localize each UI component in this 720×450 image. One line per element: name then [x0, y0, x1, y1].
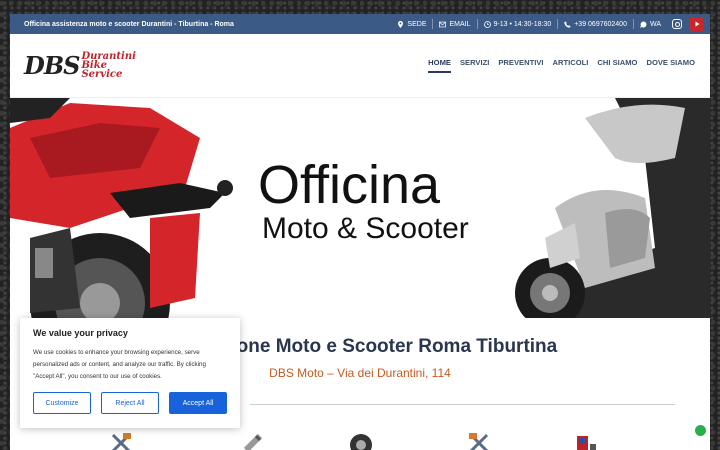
cookie-buttons: Customize Reject All Accept All: [33, 392, 227, 414]
nav-home[interactable]: HOME: [428, 58, 451, 73]
motorcycle-image: [10, 98, 240, 318]
topbar-tagline: Officina assistenza moto e scooter Duran…: [24, 20, 234, 28]
page-container: Officina assistenza moto e scooter Duran…: [10, 14, 710, 450]
spark-plug-icon[interactable]: [242, 432, 264, 450]
youtube-icon[interactable]: [690, 17, 704, 31]
email-link[interactable]: EMAIL: [432, 19, 476, 29]
electronics-icon[interactable]: [576, 432, 598, 450]
topbar-contacts: SEDE EMAIL 9-13 • 14:30-18:30 +39 069760…: [391, 14, 704, 34]
envelope-icon: [439, 21, 447, 27]
accept-all-button[interactable]: Accept All: [169, 392, 227, 414]
cookie-consent-banner: We value your privacy We use cookies to …: [20, 318, 240, 428]
nav-articoli[interactable]: ARTICOLI: [553, 58, 589, 73]
nav-chi-siamo[interactable]: CHI SIAMO: [597, 58, 637, 73]
whatsapp-label: WA: [649, 20, 661, 28]
nav-servizi[interactable]: SERVIZI: [460, 58, 489, 73]
hero-banner: Officina Moto & Scooter: [10, 98, 710, 318]
hero-subtitle: Moto & Scooter: [262, 212, 469, 245]
phone-label: +39 0697602400: [574, 20, 627, 28]
cookie-title: We value your privacy: [33, 328, 128, 338]
clock-icon: [483, 20, 491, 28]
logo-initials: DBS: [24, 51, 80, 80]
phone-icon: [564, 20, 571, 28]
site-header: DBS Durantini Bike Service HOME SERVIZI …: [10, 34, 710, 98]
logo-line-3: Service: [81, 69, 123, 80]
tire-icon[interactable]: [350, 432, 372, 450]
hours-item: 9-13 • 14:30-18:30: [476, 19, 558, 29]
sede-link[interactable]: SEDE: [391, 19, 432, 29]
section-divider: [250, 404, 675, 405]
whatsapp-link[interactable]: WA: [632, 19, 667, 29]
hero-title: Officina: [258, 155, 441, 215]
whatsapp-icon: [640, 21, 647, 28]
email-label: EMAIL: [449, 20, 471, 28]
nav-preventivi[interactable]: PREVENTIVI: [498, 58, 543, 73]
whatsapp-float-icon[interactable]: [695, 425, 706, 436]
phone-link[interactable]: +39 0697602400: [557, 19, 633, 29]
top-bar: Officina assistenza moto e scooter Duran…: [10, 14, 710, 34]
tools-icon[interactable]: [110, 432, 132, 450]
sede-label: SEDE: [407, 20, 427, 28]
nav-dove-siamo[interactable]: DOVE SIAMO: [646, 58, 695, 73]
instagram-icon[interactable]: [672, 19, 682, 29]
wrench-hammer-icon[interactable]: [468, 432, 490, 450]
customize-button[interactable]: Customize: [33, 392, 91, 414]
site-logo[interactable]: DBS Durantini Bike Service: [24, 51, 136, 80]
play-icon: [695, 21, 700, 27]
map-pin-icon: [398, 20, 404, 28]
reject-all-button[interactable]: Reject All: [101, 392, 159, 414]
main-nav: HOME SERVIZI PREVENTIVI ARTICOLI CHI SIA…: [428, 58, 695, 73]
cookie-text: We use cookies to enhance your browsing …: [33, 349, 206, 380]
scooter-image: [515, 98, 710, 318]
hours-label: 9-13 • 14:30-18:30: [493, 20, 552, 28]
logo-words: Durantini Bike Service: [81, 52, 135, 80]
service-icons-row: [10, 432, 710, 450]
